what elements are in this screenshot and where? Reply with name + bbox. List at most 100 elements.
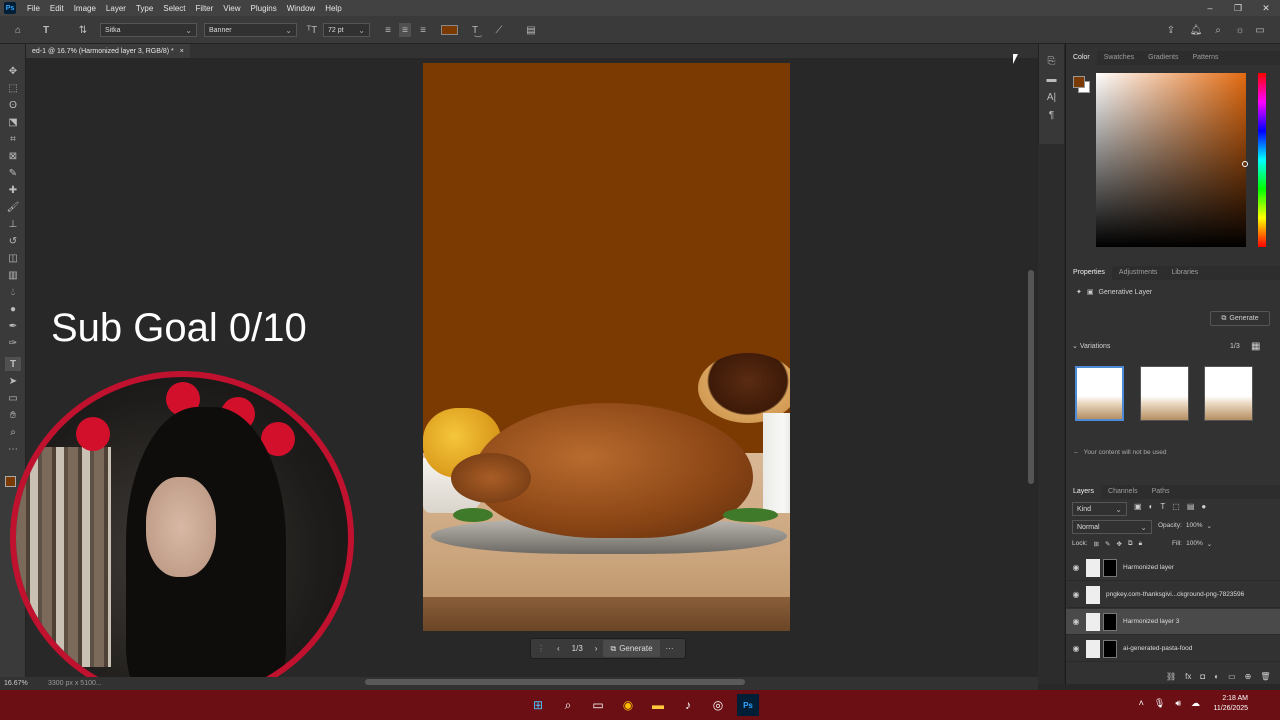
font-style-select[interactable]: Banner	[204, 23, 297, 37]
drag-handle-icon[interactable]: ⋮	[531, 644, 551, 653]
lock-transparency-icon[interactable]: ⊞	[1094, 540, 1099, 548]
color-picker-field[interactable]	[1096, 73, 1246, 247]
dodge-tool-icon[interactable]: ●	[5, 302, 21, 316]
search-icon[interactable]: ⌕	[1211, 23, 1225, 37]
close-tab-icon[interactable]: ×	[180, 48, 184, 55]
variation-thumbnail-1[interactable]	[1075, 366, 1124, 421]
layer-row[interactable]: ◉ Harmonized layer	[1066, 555, 1280, 581]
3d-text-icon[interactable]: ⟋	[492, 23, 506, 37]
visibility-eye-icon[interactable]: ◉	[1066, 590, 1086, 599]
filter-toggle-icon[interactable]: ●	[1201, 502, 1206, 511]
generate-button[interactable]: ⧉ Generate	[603, 640, 660, 657]
document-tab[interactable]: ed-1 @ 16.7% (Harmonized layer 3, RGB/8)…	[26, 44, 190, 58]
tab-paths[interactable]: Paths	[1145, 485, 1177, 499]
tab-gradients[interactable]: Gradients	[1141, 51, 1185, 65]
new-group-icon[interactable]: ▭	[1228, 672, 1236, 681]
restore-button[interactable]: ❐	[1224, 3, 1252, 14]
fill-control[interactable]: Fill: 100% ⌄	[1172, 540, 1212, 548]
menu-view[interactable]: View	[218, 4, 245, 13]
lock-artboard-icon[interactable]: ⧉	[1128, 540, 1133, 548]
shape-filter-icon[interactable]: ⬚	[1172, 502, 1180, 511]
more-options-icon[interactable]: ···	[660, 644, 680, 653]
properties-generate-button[interactable]: ⧉ Generate	[1210, 311, 1270, 326]
zoom-tool-icon[interactable]: ⌕	[5, 425, 21, 439]
tab-color[interactable]: Color	[1066, 51, 1097, 65]
home-icon[interactable]: ⌂	[10, 23, 26, 37]
blend-mode-select[interactable]: Normal	[1072, 520, 1152, 534]
microphone-icon[interactable]: 🎙︎	[1154, 698, 1165, 709]
search-icon[interactable]: ⌕	[557, 694, 579, 716]
tab-channels[interactable]: Channels	[1101, 485, 1145, 499]
fx-icon[interactable]: fx	[1185, 672, 1191, 681]
share-icon[interactable]: ⇪	[1164, 23, 1178, 37]
color-picker-marker[interactable]	[1242, 161, 1248, 167]
menu-plugins[interactable]: Plugins	[246, 4, 282, 13]
path-selection-tool-icon[interactable]: ➤	[5, 374, 21, 388]
healing-brush-tool-icon[interactable]: ✚	[5, 183, 21, 197]
menu-edit[interactable]: Edit	[45, 4, 69, 13]
paragraph-panel-icon[interactable]: ¶	[1039, 110, 1064, 128]
new-layer-icon[interactable]: ⊕	[1245, 672, 1252, 681]
layer-mask-thumbnail[interactable]	[1103, 558, 1117, 577]
minimize-button[interactable]: –	[1196, 3, 1224, 13]
hand-tool-icon[interactable]: ✋︎	[5, 408, 21, 422]
lock-all-icon[interactable]: 🔒︎	[1139, 540, 1142, 548]
foreground-color-swatch[interactable]	[5, 476, 16, 487]
adjustment-layer-icon[interactable]: ◐	[1214, 672, 1219, 681]
lock-pixels-icon[interactable]: ✎	[1105, 540, 1110, 548]
menu-window[interactable]: Window	[282, 4, 320, 13]
menu-filter[interactable]: Filter	[191, 4, 219, 13]
variations-header[interactable]: ⌄ Variations	[1072, 342, 1110, 350]
object-selection-tool-icon[interactable]: ⬔	[5, 115, 21, 129]
crop-tool-icon[interactable]: ⌗	[5, 132, 21, 146]
menu-file[interactable]: File	[22, 4, 45, 13]
visibility-eye-icon[interactable]: ◉	[1066, 563, 1086, 572]
font-size-select[interactable]: 72 pt	[323, 23, 370, 37]
grid-view-icon[interactable]: ▦	[1251, 341, 1260, 352]
workspace-icon[interactable]: ▭	[1253, 23, 1267, 37]
character-panel-icon[interactable]: ▤	[524, 23, 538, 37]
layer-row[interactable]: ◉ ai-generated-pasta-food	[1066, 636, 1280, 662]
tab-patterns[interactable]: Patterns	[1185, 51, 1225, 65]
layer-mask-thumbnail[interactable]	[1103, 639, 1117, 658]
history-panel-icon[interactable]: ⎘	[1039, 56, 1064, 74]
align-left-icon[interactable]: ≡	[382, 23, 394, 37]
onedrive-icon[interactable]: ☁	[1191, 698, 1200, 709]
notifications-icon[interactable]: 🔔︎	[1189, 23, 1203, 37]
hue-slider[interactable]	[1258, 73, 1266, 247]
smart-object-filter-icon[interactable]: ▤	[1187, 502, 1195, 511]
close-window-button[interactable]: ✕	[1252, 3, 1280, 14]
tab-adjustments[interactable]: Adjustments	[1112, 266, 1165, 280]
delete-layer-icon[interactable]: 🗑︎	[1260, 672, 1270, 681]
photoshop-logo[interactable]: Ps	[4, 2, 16, 14]
photoshop-taskbar-icon[interactable]: Ps	[737, 694, 759, 716]
obs-icon[interactable]: ◎	[707, 694, 729, 716]
layer-mask-thumbnail[interactable]	[1103, 612, 1117, 631]
file-explorer-icon[interactable]: ▬	[647, 694, 669, 716]
zoom-level[interactable]: 16.67%	[4, 680, 48, 687]
pen-alt-tool-icon[interactable]: ✑	[5, 336, 21, 350]
align-center-icon[interactable]: ≡	[399, 23, 411, 37]
type-tool-preset-icon[interactable]: T	[38, 23, 54, 37]
lock-position-icon[interactable]: ✥	[1116, 540, 1121, 548]
tab-swatches[interactable]: Swatches	[1097, 51, 1141, 65]
blur-tool-icon[interactable]: 💧︎	[5, 285, 21, 299]
chevron-up-icon[interactable]: ˄	[1139, 698, 1144, 709]
vertical-scrollbar[interactable]	[1028, 270, 1034, 484]
visibility-eye-icon[interactable]: ◉	[1066, 617, 1086, 626]
adjustment-filter-icon[interactable]: ◐	[1149, 502, 1154, 511]
eraser-tool-icon[interactable]: ◫	[5, 251, 21, 265]
font-family-select[interactable]: Sitka	[100, 23, 197, 37]
type-filter-icon[interactable]: T	[1160, 502, 1165, 511]
layer-filter-kind[interactable]: Kind	[1072, 502, 1127, 516]
move-tool-icon[interactable]: ✥	[5, 64, 21, 78]
variation-thumbnail-3[interactable]	[1204, 366, 1253, 421]
comments-panel-icon[interactable]: ▬	[1039, 74, 1064, 92]
menu-select[interactable]: Select	[158, 4, 190, 13]
taskbar-clock[interactable]: 2:18 AM 11/26/2025	[1213, 694, 1248, 714]
menu-help[interactable]: Help	[320, 4, 346, 13]
link-layers-icon[interactable]: ⛓︎	[1166, 672, 1176, 681]
frame-tool-icon[interactable]: ⊠	[5, 149, 21, 163]
tab-properties[interactable]: Properties	[1066, 266, 1112, 280]
pen-tool-icon[interactable]: ✒	[5, 319, 21, 333]
